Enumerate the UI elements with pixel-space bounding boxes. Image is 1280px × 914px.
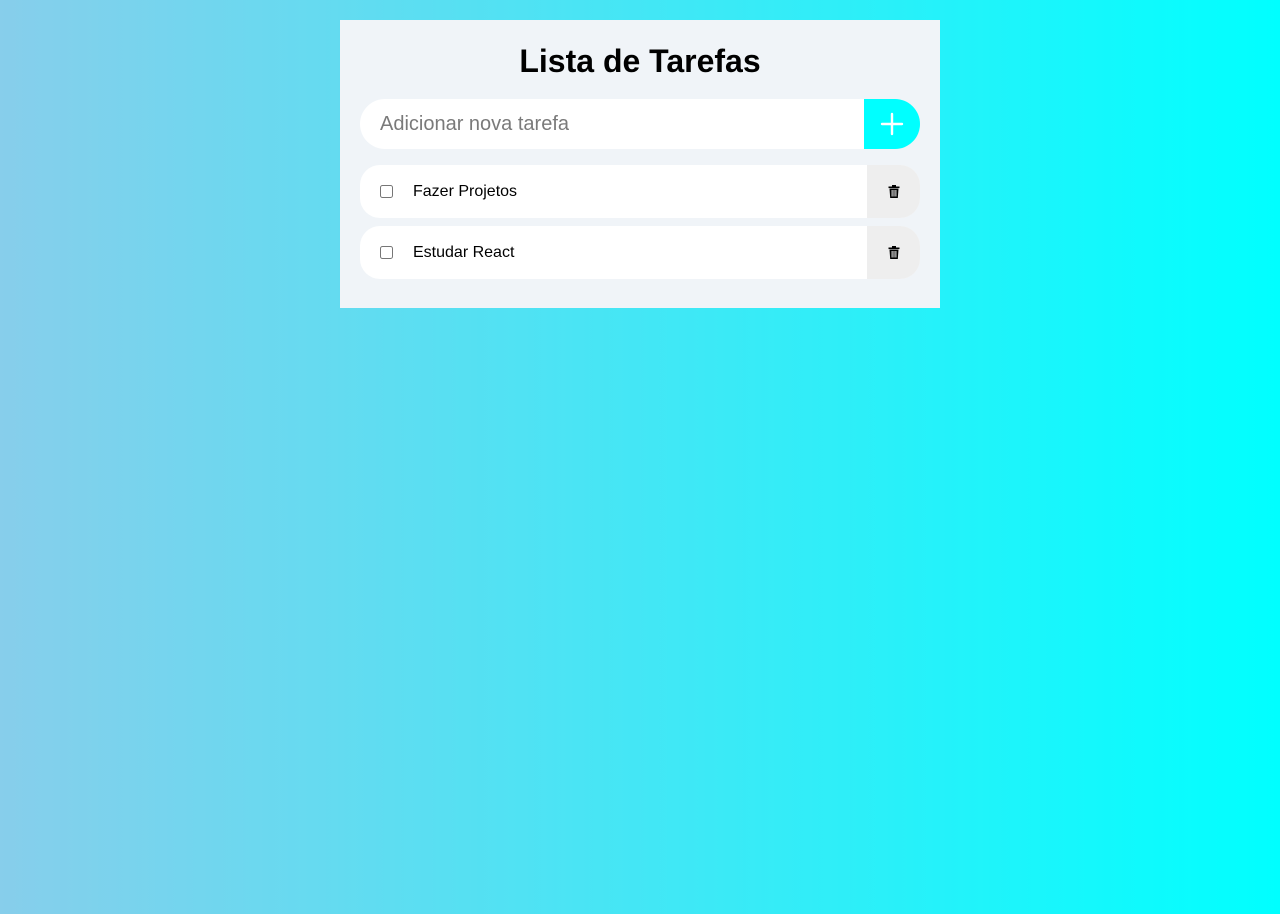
plus-icon	[880, 112, 904, 136]
task-label: Estudar React	[413, 243, 515, 261]
todo-card: Lista de Tarefas Fazer Projetos	[340, 20, 940, 308]
list-item: Fazer Projetos	[360, 165, 920, 218]
delete-task-button[interactable]	[867, 226, 920, 279]
task-checkbox[interactable]	[380, 185, 393, 198]
page-title: Lista de Tarefas	[519, 43, 761, 79]
trash-icon	[888, 185, 899, 198]
task-label: Fazer Projetos	[413, 182, 518, 200]
list-item: Estudar React	[360, 226, 920, 279]
delete-task-button[interactable]	[867, 165, 920, 218]
add-task-button[interactable]	[864, 99, 920, 149]
task-list: Fazer Projetos Estudar React	[360, 165, 920, 287]
new-task-form	[360, 99, 920, 149]
task-checkbox[interactable]	[380, 246, 393, 259]
new-task-input[interactable]	[360, 99, 864, 149]
trash-icon	[888, 246, 899, 259]
